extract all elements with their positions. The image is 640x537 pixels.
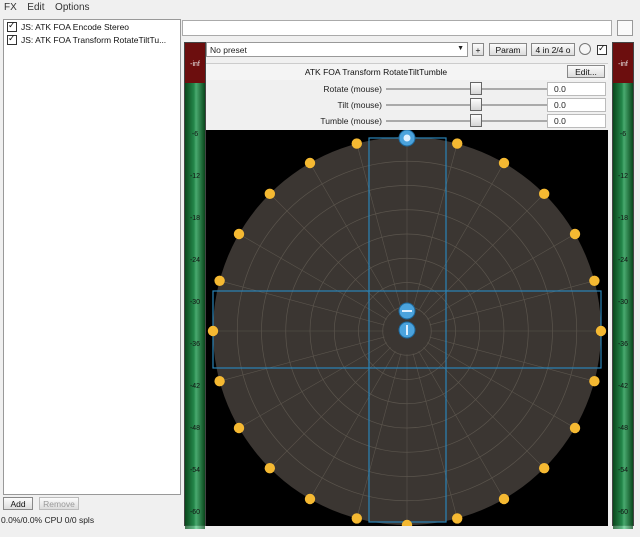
soundfield-svg[interactable] <box>206 129 608 531</box>
source-dot <box>233 422 245 434</box>
meter-tick: -30 <box>617 299 629 306</box>
param-label: Rotate (mouse) <box>323 84 382 94</box>
source-dot <box>589 376 600 387</box>
add-preset-button[interactable]: + <box>472 43 484 56</box>
plugin-title-bar: ATK FOA Transform RotateTiltTumble Edit.… <box>206 63 608 80</box>
param-row-tumble: Tumble (mouse) 0.0 <box>206 113 608 129</box>
source-dot <box>569 228 581 240</box>
source-dot <box>264 188 276 200</box>
param-row-tilt: Tilt (mouse) 0.0 <box>206 97 608 113</box>
preset-value: No preset <box>210 44 247 55</box>
remove-button[interactable]: Remove <box>39 497 79 510</box>
rotate-handle[interactable] <box>398 129 416 147</box>
tilt-handle[interactable] <box>398 302 416 320</box>
fx-chain-list[interactable]: JS: ATK FOA Encode Stereo JS: ATK FOA Tr… <box>3 19 181 495</box>
meter-tick: -6 <box>619 131 627 138</box>
cpu-status: 0.0%/0.0% CPU 0/0 spls <box>1 515 95 525</box>
io-button[interactable]: 4 in 2/4 o <box>531 43 575 56</box>
tumble-handle[interactable] <box>398 321 416 339</box>
chevron-down-icon: ▼ <box>457 45 464 52</box>
meter-tick: -60 <box>189 509 201 516</box>
meter-tick: -12 <box>617 173 629 180</box>
slider-thumb[interactable] <box>470 98 482 111</box>
tumble-value-field[interactable]: 0.0 <box>547 114 606 128</box>
preset-dropdown[interactable]: No preset ▼ <box>206 42 468 57</box>
source-dot <box>207 325 219 337</box>
source-dot <box>569 422 581 434</box>
source-dot <box>589 275 600 286</box>
menu-options[interactable]: Options <box>51 0 93 13</box>
fx-enable-checkbox[interactable] <box>7 33 17 45</box>
meter-tick: -24 <box>189 257 201 264</box>
plugin-title: ATK FOA Transform RotateTiltTumble <box>304 67 448 77</box>
meter-tick: -12 <box>189 173 201 180</box>
param-label: Tumble (mouse) <box>320 116 382 126</box>
param-label: Tilt (mouse) <box>337 100 382 110</box>
fx-name-field[interactable] <box>182 20 612 36</box>
tilt-value-field[interactable]: 0.0 <box>547 98 606 112</box>
source-dot <box>351 138 362 149</box>
meter-tick: -48 <box>189 425 201 432</box>
rotate-value-field[interactable]: 0.0 <box>547 82 606 96</box>
meter-tick: -36 <box>189 341 201 348</box>
edit-button[interactable]: Edit... <box>567 65 605 78</box>
menu-bar: FX Edit Options <box>0 0 640 15</box>
options-button[interactable] <box>617 20 633 36</box>
source-dot <box>304 493 316 505</box>
fx-item-label: JS: ATK FOA Encode Stereo <box>21 21 130 32</box>
meter-peak-label: -inf <box>190 61 200 68</box>
meter-tick: -48 <box>617 425 629 432</box>
source-dot <box>264 462 276 474</box>
source-dot <box>452 138 463 149</box>
fx-enable-checkbox[interactable] <box>7 20 17 32</box>
fx-item-label: JS: ATK FOA Transform RotateTiltTu... <box>21 34 167 45</box>
fx-item[interactable]: JS: ATK FOA Encode Stereo <box>4 20 180 33</box>
meter-tick: -54 <box>617 467 629 474</box>
soundfield-display[interactable] <box>206 129 608 531</box>
source-dot <box>538 462 550 474</box>
meter-tick: -60 <box>617 509 629 516</box>
source-dot <box>452 513 463 524</box>
source-dot <box>233 228 245 240</box>
source-dot <box>498 493 510 505</box>
add-button[interactable]: Add <box>3 497 33 510</box>
meter-tick: -42 <box>189 383 201 390</box>
source-dot <box>214 275 225 286</box>
plugin-header: No preset ▼ + Param 4 in 2/4 o <box>206 42 608 60</box>
meter-tick: -24 <box>617 257 629 264</box>
meter-tick: -36 <box>617 341 629 348</box>
wet-knob-icon[interactable] <box>579 43 591 55</box>
meter-tick: -30 <box>189 299 201 306</box>
meter-tick: -18 <box>189 215 201 222</box>
meter-tick: -6 <box>191 131 199 138</box>
meter-tick: -18 <box>617 215 629 222</box>
input-meter: -inf -6 -12 -18 -24 -30 -36 -42 -48 -54 … <box>184 42 206 529</box>
menu-edit[interactable]: Edit <box>23 0 48 13</box>
output-meter: -inf -6 -12 -18 -24 -30 -36 -42 -48 -54 … <box>612 42 634 529</box>
meter-tick: -54 <box>189 467 201 474</box>
menu-fx[interactable]: FX <box>0 0 21 13</box>
fx-item[interactable]: JS: ATK FOA Transform RotateTiltTu... <box>4 33 180 46</box>
param-button[interactable]: Param <box>489 43 527 56</box>
slider-thumb[interactable] <box>470 114 482 127</box>
source-dot <box>214 376 225 387</box>
slider-thumb[interactable] <box>470 82 482 95</box>
bypass-checkbox[interactable] <box>597 43 607 55</box>
source-dot <box>595 325 607 337</box>
meter-peak-label: -inf <box>618 61 628 68</box>
source-dot <box>538 188 550 200</box>
source-dot <box>304 157 316 169</box>
param-row-rotate: Rotate (mouse) 0.0 <box>206 81 608 97</box>
meter-tick: -42 <box>617 383 629 390</box>
source-dot <box>351 513 362 524</box>
source-dot <box>498 157 510 169</box>
